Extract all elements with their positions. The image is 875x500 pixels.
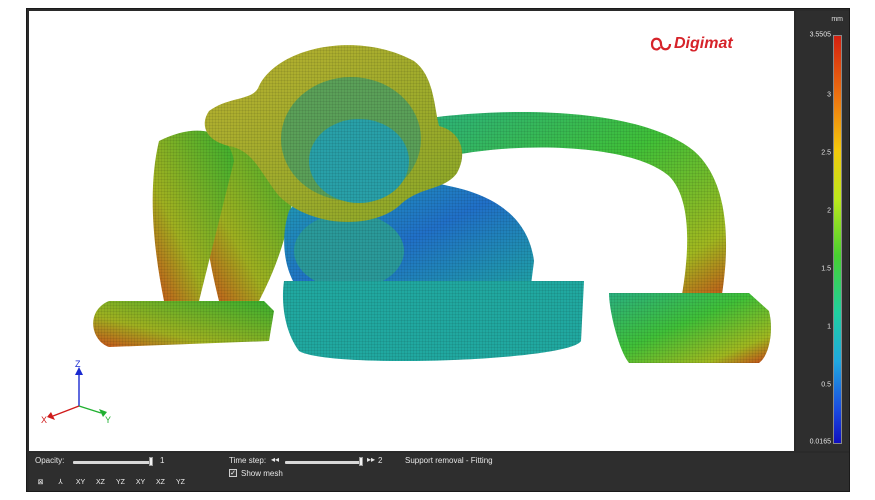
colorbar-max-label: 3.5505 [809, 31, 838, 39]
opacity-slider[interactable] [73, 457, 153, 466]
iso-view-icon[interactable]: ⅄ [53, 477, 68, 489]
show-mesh-label: Show mesh [241, 469, 283, 478]
view-xz-icon[interactable]: XZ [93, 477, 108, 489]
timestep-label: Time step: [229, 456, 267, 465]
colorbar-tick: 2.5 [821, 149, 837, 157]
colorbar-tick: 0.5 [821, 381, 837, 389]
view-neg-yz-icon[interactable]: YZ [173, 477, 188, 489]
colorbar-min-label: 0.0165 [809, 438, 838, 446]
axis-z-label: Z [75, 359, 81, 369]
opacity-slider-thumb[interactable] [149, 457, 153, 466]
colorbar-gradient [833, 35, 842, 444]
view-neg-xy-icon[interactable]: XY [133, 477, 148, 489]
colorbar-tick: 1 [827, 323, 837, 331]
timestep-value: 2 [378, 456, 383, 465]
fit-view-icon[interactable]: ⊠ [33, 477, 48, 489]
opacity-label: Opacity: [35, 456, 65, 465]
view-xy-icon[interactable]: XY [73, 477, 88, 489]
timestep-slider[interactable] [285, 457, 363, 466]
axis-x-label: X [41, 415, 47, 425]
part-model[interactable]: Z X Y [29, 11, 794, 451]
view-neg-xz-icon[interactable]: XZ [153, 477, 168, 489]
view-yz-icon[interactable]: YZ [113, 477, 128, 489]
controls-panel: Opacity: 1 Time step: ◂◂ ▸▸ 2 Support re… [29, 453, 849, 491]
axis-y-label: Y [105, 415, 111, 425]
colorbar-unit: mm [831, 16, 843, 23]
colorbar-panel: mm 3.5505 3 2.5 2 1.5 1 0.5 0.0165 [796, 11, 849, 451]
timestep-back-icon[interactable]: ◂◂ [271, 455, 279, 464]
status-text: Support removal - Fitting [405, 456, 493, 465]
3d-viewport[interactable]: Digimat Z X Y [29, 11, 794, 451]
colorbar-tick: 1.5 [821, 265, 837, 273]
viewer-window: Digimat Z X Y mm 3.5505 3 2.5 2 1.5 1 0.… [26, 8, 850, 492]
timestep-slider-thumb[interactable] [359, 457, 363, 466]
colorbar-tick: 2 [827, 207, 837, 215]
opacity-value: 1 [160, 456, 165, 465]
show-mesh-checkbox[interactable]: ✓ [229, 469, 237, 477]
axis-triad: Z X Y [41, 359, 111, 425]
timestep-forward-icon[interactable]: ▸▸ [367, 455, 375, 464]
colorbar-tick: 3 [827, 91, 837, 99]
